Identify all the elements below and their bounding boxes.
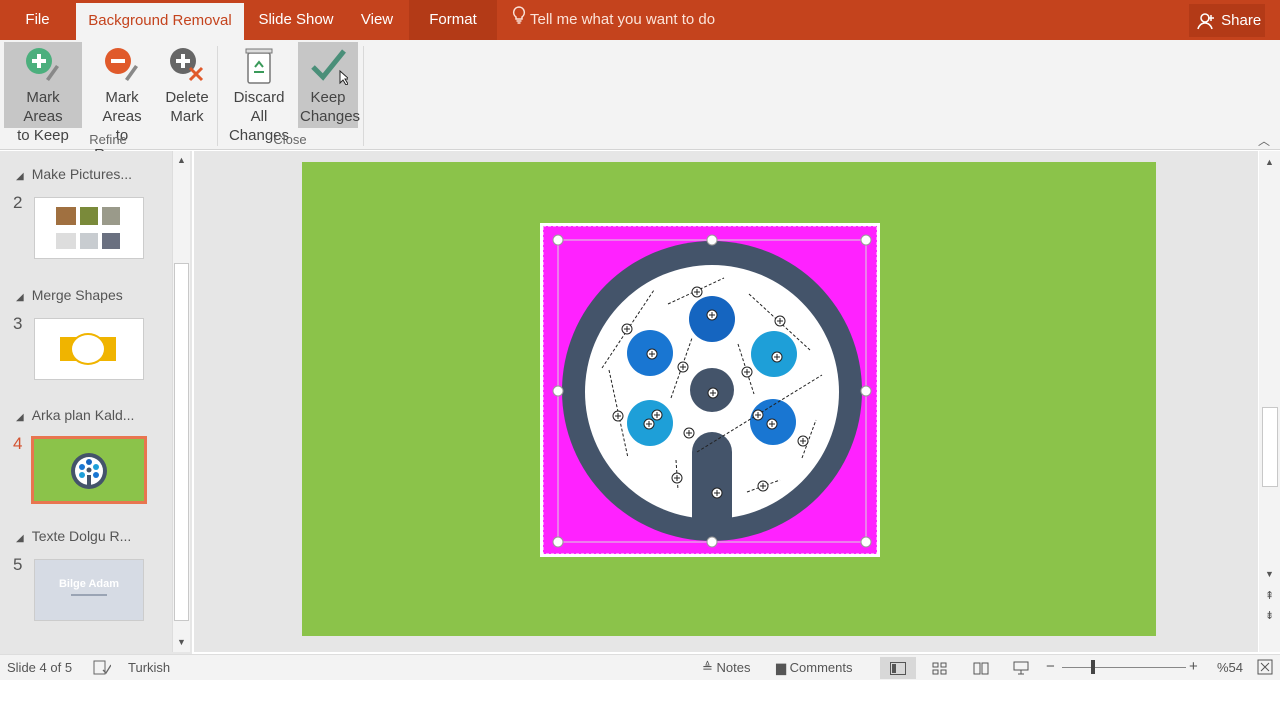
- discard-all-changes-button[interactable]: Discard All Changes: [222, 42, 296, 144]
- slide-show-button[interactable]: [1003, 657, 1039, 679]
- mark-keep-line1: Mark Areas: [23, 89, 63, 125]
- section-header[interactable]: ◢ Make Pictures...: [16, 166, 132, 182]
- ribbon-tab-bar: File Background Removal Slide Show View …: [0, 0, 1280, 40]
- spell-check-icon[interactable]: [93, 660, 112, 678]
- section-title: Arka plan Kald...: [31, 407, 135, 423]
- zoom-in-button[interactable]: +: [1189, 658, 1198, 675]
- recycle-bin-icon: [245, 48, 273, 84]
- slide-number: 5: [13, 555, 23, 574]
- slide-number: 2: [13, 193, 23, 212]
- minus-pencil-icon: [105, 48, 138, 81]
- mark-remove-line1: Mark Areas: [102, 89, 142, 125]
- slide-thumbnail-panel: ◢ Make Pictures... 2 ◢ Merge Shapes 3 ◢ Ark…: [0, 151, 192, 654]
- slide-counter: Slide 4 of 5: [7, 660, 73, 675]
- scroll-down-arrow-icon[interactable]: ▼: [1265, 569, 1274, 579]
- thumb-title: Bilge Adam: [58, 578, 120, 590]
- slide-thumb-5[interactable]: Bilge Adam: [34, 559, 144, 621]
- scrollbar-thumb[interactable]: [174, 263, 189, 621]
- next-slide-icon[interactable]: ⇟: [1265, 609, 1274, 622]
- zoom-out-button[interactable]: −: [1046, 658, 1055, 675]
- zoom-level[interactable]: %54: [1217, 660, 1243, 675]
- comment-icon: ▆: [776, 660, 786, 675]
- section-header[interactable]: ◢ Texte Dolgu R...: [16, 528, 131, 544]
- scroll-up-arrow-icon[interactable]: ▲: [1265, 157, 1274, 167]
- section-header[interactable]: ◢ Arka plan Kald...: [16, 407, 134, 423]
- collapse-triangle-icon: ◢: [16, 292, 24, 303]
- collapse-triangle-icon: ◢: [16, 171, 24, 182]
- delete-mark-button[interactable]: Delete Mark: [162, 42, 212, 128]
- section-header[interactable]: ◢ Merge Shapes: [16, 287, 123, 303]
- keep-changes-button[interactable]: Keep Changes: [298, 42, 361, 128]
- tab-slide-show[interactable]: Slide Show: [248, 0, 344, 40]
- zoom-slider[interactable]: [1062, 667, 1186, 668]
- slide-sorter-button[interactable]: [922, 657, 958, 679]
- keep-line1: Keep: [310, 89, 346, 106]
- group-separator: [363, 46, 364, 146]
- group-refine-label: Refine: [89, 132, 127, 147]
- status-bar: Slide 4 of 5 Turkish ≜ Notes ▆ Comments …: [0, 654, 1280, 680]
- comments-label: Comments: [789, 660, 853, 675]
- slide-number-current: 4: [13, 434, 23, 453]
- discard-line1: Discard All: [233, 89, 285, 125]
- tell-me-text: Tell me what you want to do: [530, 11, 716, 28]
- comments-button[interactable]: ▆ Comments: [776, 660, 852, 676]
- reading-view-button[interactable]: [963, 657, 999, 679]
- reading-view-icon: [973, 662, 989, 674]
- notes-icon: ≜: [702, 660, 713, 675]
- fit-to-window-icon[interactable]: [1257, 659, 1273, 678]
- normal-view-icon: [890, 661, 906, 675]
- collapse-triangle-icon: ◢: [16, 412, 24, 423]
- slide-4[interactable]: [302, 162, 1156, 636]
- language-label[interactable]: Turkish: [128, 660, 170, 675]
- lightbulb-icon: [512, 0, 526, 40]
- keep-line2: Changes: [300, 108, 361, 125]
- collapse-triangle-icon: ◢: [16, 533, 24, 544]
- delete-mark-icon: [170, 48, 204, 82]
- person-icon: [1197, 13, 1214, 30]
- mark-areas-to-remove-button[interactable]: Mark Areas to Remove: [84, 42, 160, 163]
- share-button[interactable]: Share: [1189, 4, 1265, 37]
- tab-view[interactable]: View: [348, 0, 406, 40]
- section-title: Texte Dolgu R...: [31, 528, 132, 544]
- slide-thumb-4-selected[interactable]: [31, 436, 147, 504]
- tab-file[interactable]: File: [0, 0, 75, 40]
- checkmark-icon: [311, 49, 348, 85]
- scroll-down-arrow-icon[interactable]: ▼: [177, 637, 186, 647]
- tell-me-search[interactable]: Tell me what you want to do: [512, 0, 715, 40]
- share-label: Share: [1221, 12, 1262, 29]
- collapse-ribbon-icon[interactable]: ︿: [1258, 132, 1270, 149]
- section-title: Make Pictures...: [31, 166, 133, 182]
- notes-button[interactable]: ≜ Notes: [702, 660, 751, 676]
- canvas-scrollbar[interactable]: ▲ ▼ ⇞ ⇟: [1259, 151, 1280, 652]
- delete-mark-line1: Delete: [165, 89, 209, 106]
- picture-with-removal-marks[interactable]: [302, 162, 1156, 636]
- previous-slide-icon[interactable]: ⇞: [1265, 589, 1274, 602]
- tab-background-removal[interactable]: Background Removal: [76, 3, 244, 40]
- delete-mark-line2: Mark: [170, 108, 204, 125]
- group-close-label: Close: [273, 132, 307, 147]
- mark-areas-to-keep-button[interactable]: Mark Areas to Keep: [4, 42, 82, 144]
- scroll-up-arrow-icon[interactable]: ▲: [177, 155, 186, 165]
- scrollbar-thumb[interactable]: [1262, 407, 1278, 487]
- rack-thumbnail-icon: [71, 453, 107, 489]
- tab-format[interactable]: Format: [409, 0, 497, 40]
- normal-view-button[interactable]: [880, 657, 916, 679]
- slide-panel-scrollbar[interactable]: ▲ ▼: [172, 151, 190, 652]
- ribbon: Mark Areas to Keep Mark Areas to Remove …: [0, 40, 1280, 163]
- notes-label: Notes: [716, 660, 751, 675]
- section-title: Merge Shapes: [31, 287, 123, 303]
- slide-sorter-icon: [932, 662, 947, 674]
- group-separator: [217, 46, 218, 146]
- zoom-slider-knob[interactable]: [1091, 660, 1095, 674]
- presentation-icon: [1013, 661, 1029, 675]
- slide-number: 3: [13, 314, 23, 333]
- slide-thumb-2[interactable]: [34, 197, 144, 259]
- slide-thumb-3[interactable]: [34, 318, 144, 380]
- plus-pencil-icon: [26, 48, 59, 81]
